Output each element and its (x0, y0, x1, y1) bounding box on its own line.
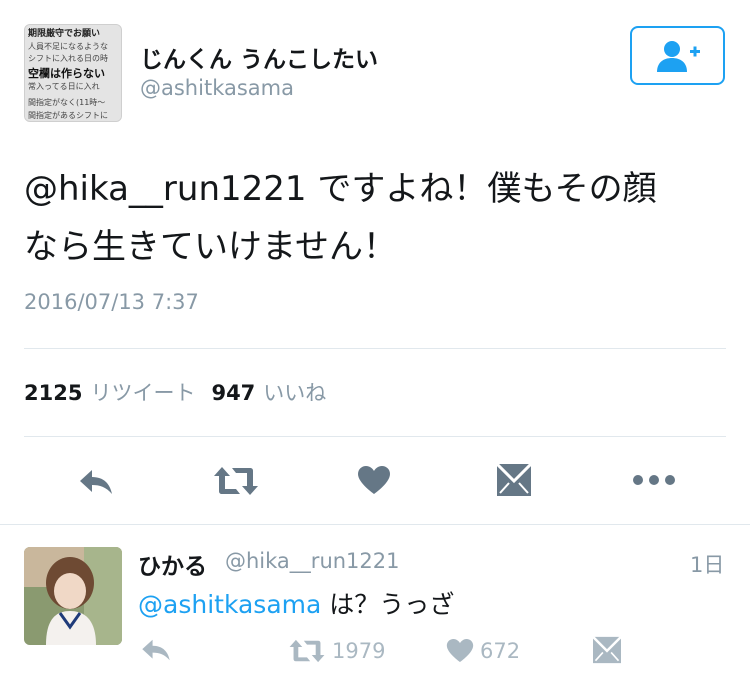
add-user-icon (656, 40, 700, 72)
avatar-image: 期限厳守でお願い 人員不足になるような シフトに入れる日の時 空欄は作らない 常… (25, 25, 121, 121)
divider (24, 436, 726, 437)
tweet-timestamp[interactable]: 2016/07/13 7:37 (24, 290, 199, 314)
like-count[interactable]: 947 (211, 381, 255, 405)
reply-timestamp[interactable]: 1日 (690, 549, 724, 579)
heart-icon (446, 638, 474, 663)
heart-icon (358, 466, 390, 494)
reply-display-name[interactable]: ひかる (138, 547, 207, 581)
reply-retweet-count: 1979 (332, 639, 386, 663)
envelope-icon (592, 636, 622, 664)
reply-avatar-image (24, 547, 122, 645)
reply-button[interactable] (72, 462, 120, 502)
tweet-text: @hika__run1221 ですよね！僕もその顔 なら生きていけません！ (24, 160, 724, 276)
retweet-icon (289, 639, 325, 663)
svg-text:空欄は作らない: 空欄は作らない (28, 66, 105, 80)
more-icon (633, 475, 675, 485)
reply-reply-button[interactable] (140, 638, 178, 662)
svg-text:シフトに入れる日の時: シフトに入れる日の時 (28, 54, 108, 63)
more-button[interactable] (630, 468, 678, 492)
retweet-button[interactable] (208, 460, 264, 502)
reply-text: @ashitkasama は？うっざ (138, 585, 454, 621)
svg-text:間指定がなく(11時〜: 間指定がなく(11時〜 (28, 97, 105, 107)
svg-text:間指定があるシフトに: 間指定があるシフトに (28, 110, 108, 120)
user-handle[interactable]: @ashitkasama (140, 76, 294, 100)
tweet-stats: 2125 リツイート 947 いいね (24, 377, 342, 407)
like-label[interactable]: いいね (263, 377, 326, 407)
envelope-icon (496, 463, 532, 496)
reply-icon (142, 639, 170, 661)
tweet-text-line-2: なら生きていけません！ (24, 227, 397, 267)
retweet-count[interactable]: 2125 (24, 381, 82, 405)
like-button[interactable] (352, 460, 396, 500)
divider (24, 348, 726, 349)
reply-like-count: 672 (480, 638, 521, 663)
divider (0, 524, 750, 525)
follow-button[interactable] (630, 26, 725, 85)
reply-retweet-button[interactable]: 1979 (288, 638, 385, 664)
svg-text:期限厳守でお願い: 期限厳守でお願い (28, 27, 100, 39)
reply-like-button[interactable]: 672 (446, 638, 520, 663)
reply-icon (80, 470, 112, 494)
svg-text:常入ってる日に入れ: 常入ってる日に入れ (28, 82, 100, 91)
svg-text:人員不足になるような: 人員不足になるような (28, 42, 108, 51)
reply-avatar[interactable] (24, 547, 122, 645)
retweet-label[interactable]: リツイート (90, 377, 195, 407)
display-name[interactable]: じんくん うんこしたい (140, 40, 378, 74)
reply-user-handle[interactable]: @hika__run1221 (225, 549, 400, 573)
reply-mention-link[interactable]: @ashitkasama (138, 590, 321, 619)
retweet-icon (214, 467, 258, 495)
tweet-text-line-1: @hika__run1221 ですよね！僕もその顔 (24, 169, 657, 209)
avatar[interactable]: 期限厳守でお願い 人員不足になるような シフトに入れる日の時 空欄は作らない 常… (24, 24, 122, 122)
reply-body: は？うっざ (321, 590, 455, 619)
direct-message-button[interactable] (492, 460, 536, 500)
reply-dm-button[interactable] (592, 636, 628, 664)
